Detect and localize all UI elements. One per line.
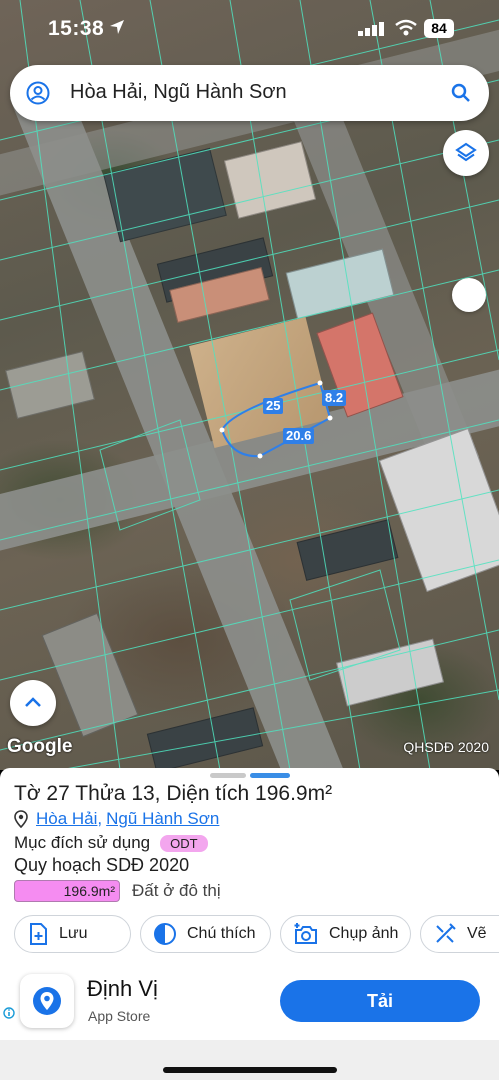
parcel-info-sheet: Tờ 27 Thửa 13, Diện tích 196.9m² Hòa Hải… [0, 768, 499, 1080]
parcel-location: Hòa Hải, Ngũ Hành Sơn [14, 809, 219, 829]
plan-area-bar: 196.9m² [14, 880, 120, 902]
draw-button[interactable]: Vẽ [420, 915, 499, 953]
status-time: 15:38 [48, 17, 105, 40]
measure-label: 20.6 [283, 428, 315, 444]
plan-title: Quy hoạch SDĐ 2020 [14, 855, 190, 875]
ad-banner[interactable]: Định Vị App Store Tải [0, 968, 499, 1040]
info-icon[interactable] [3, 1006, 15, 1020]
google-logo: Google [7, 736, 73, 757]
location-arrow-icon [110, 20, 124, 34]
contrast-icon [154, 923, 176, 945]
plan-area-desc: Đất ở đô thị [132, 881, 221, 900]
photo-button[interactable]: Chụp ảnh [280, 915, 411, 953]
ad-app-name: Định Vị [87, 976, 158, 1001]
signal-icon [358, 22, 384, 36]
camera-add-icon [294, 923, 317, 944]
search-bar[interactable]: Hòa Hải, Ngũ Hành Sơn [10, 65, 489, 121]
location-pin-icon [14, 810, 28, 828]
layers-icon [455, 142, 477, 162]
district-link[interactable]: Ngũ Hành Sơn [106, 809, 219, 829]
photo-label: Chụp ảnh [329, 925, 399, 942]
sheet-handle[interactable] [210, 773, 246, 778]
layer-label: QHSDĐ 2020 [403, 739, 489, 755]
draw-label: Vẽ [467, 925, 487, 942]
location-separator: , [97, 809, 103, 828]
account-icon[interactable] [26, 81, 50, 105]
search-icon[interactable] [449, 81, 473, 105]
ward-link[interactable]: Hòa Hải [36, 809, 97, 829]
add-document-icon [30, 923, 47, 945]
plan-area-row: 196.9m² Đất ở đô thị [14, 880, 221, 902]
install-button[interactable]: Tải [280, 980, 480, 1022]
measure-label: 25 [263, 398, 284, 414]
save-label: Lưu [59, 925, 88, 942]
layers-button[interactable] [443, 130, 489, 176]
legend-button[interactable]: Chú thích [140, 915, 271, 953]
battery-indicator: 84 [424, 19, 454, 38]
land-use-label: Mục đích sử dụng [14, 833, 151, 852]
action-chips: Lưu Chú thích Chụp ảnh Vẽ [14, 915, 499, 955]
map-pin-app-icon [33, 987, 61, 1015]
land-use-row: Mục đích sử dụng ODT [14, 833, 208, 853]
chevron-up-icon [25, 697, 41, 707]
land-use-badge: ODT [160, 834, 208, 852]
ad-store-label: App Store [88, 1008, 151, 1024]
search-input[interactable]: Hòa Hải, Ngũ Hành Sơn [70, 81, 287, 104]
measure-label: 8.2 [322, 390, 347, 406]
expand-up-button[interactable] [10, 680, 56, 726]
draw-tools-icon [436, 923, 456, 943]
home-indicator[interactable] [163, 1067, 337, 1073]
wifi-icon [395, 19, 417, 36]
status-bar: 15:38 84 [0, 0, 499, 58]
parcel-title: Tờ 27 Thửa 13, Diện tích 196.9m² [14, 782, 333, 805]
save-button[interactable]: Lưu [14, 915, 131, 953]
map-control-button[interactable] [452, 278, 486, 312]
home-area [0, 1040, 499, 1080]
app-icon[interactable] [20, 974, 74, 1028]
sheet-handle-active[interactable] [250, 773, 290, 778]
map-view[interactable]: 25 8.2 20.6 15:38 84 Hòa Hải, Ngũ Hành S… [0, 0, 499, 770]
legend-label: Chú thích [187, 925, 256, 942]
